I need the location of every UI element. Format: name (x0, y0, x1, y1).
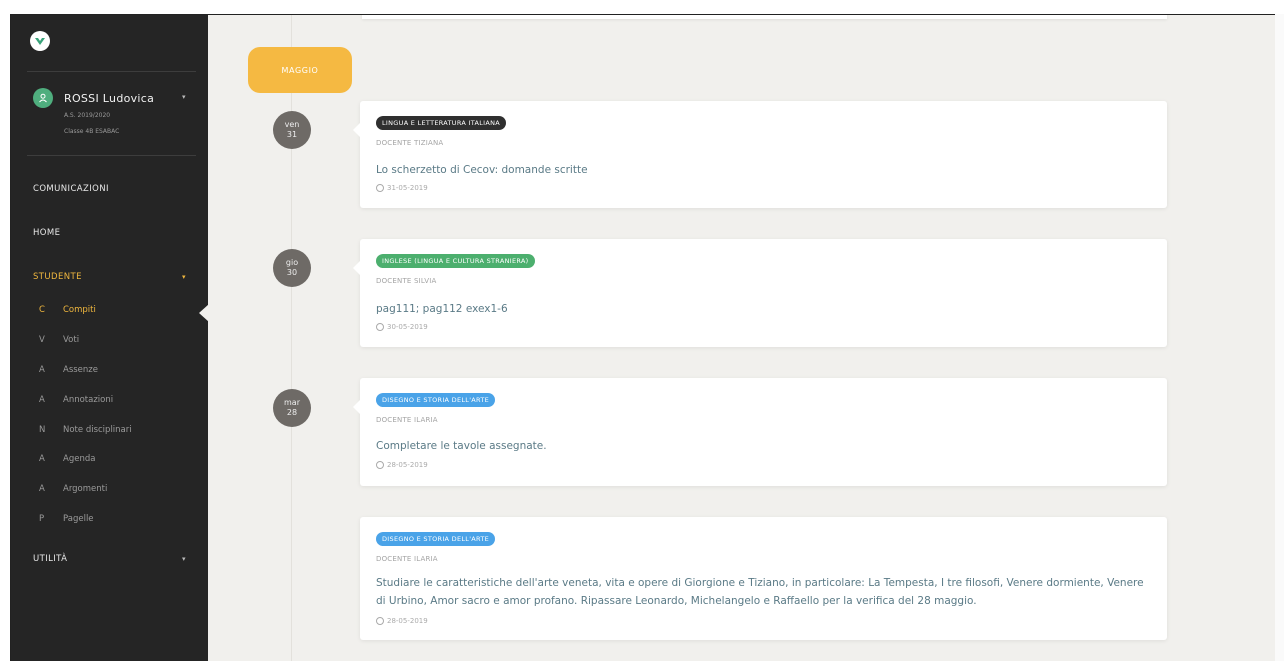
nav-studente[interactable]: STUDENTE (33, 272, 82, 282)
teacher-name: DOCENTE ILARIA (376, 555, 438, 563)
sidebar-item-label: Agenda (63, 454, 96, 464)
teacher-name: DOCENTE TIZIANA (376, 139, 444, 147)
homework-card[interactable]: LINGUA E LETTERATURA ITALIANA DOCENTE TI… (353, 101, 1167, 208)
active-indicator (199, 304, 209, 322)
app-window: ROSSI Ludovica ▾ A.S. 2019/2020 Classe 4… (10, 14, 1280, 661)
scrollbar[interactable] (1275, 14, 1284, 661)
nav-utilita[interactable]: UTILITÀ (33, 554, 67, 564)
sidebar-item-label: Argomenti (63, 484, 108, 494)
sidebar-item-assenze[interactable]: A Assenze (39, 365, 98, 375)
month-label: MAGGIO (248, 47, 352, 93)
voti-letter-icon: V (39, 335, 45, 345)
clock-icon (376, 184, 384, 192)
day-number: 31 (286, 130, 298, 139)
due-date-text: 28-05-2019 (387, 461, 428, 469)
due-date: 31-05-2019 (376, 184, 428, 192)
day-name: ven (284, 120, 300, 129)
sidebar-item-label: Annotazioni (63, 395, 114, 405)
sidebar-item-compiti[interactable]: C Compiti (39, 305, 96, 315)
subject-tag: INGLESE (LINGUA E CULTURA STRANIERA) (376, 254, 535, 268)
due-date: 28-05-2019 (376, 617, 428, 625)
sidebar-divider (27, 155, 196, 156)
due-date: 28-05-2019 (376, 461, 428, 469)
subject-tag: DISEGNO E STORIA DELL'ARTE (376, 393, 496, 407)
previous-card-edge (362, 15, 1167, 19)
sidebar-item-note-disciplinari[interactable]: N Note disciplinari (39, 425, 132, 435)
due-date-text: 28-05-2019 (387, 617, 428, 625)
user-avatar[interactable] (33, 88, 53, 108)
sidebar-divider (27, 71, 196, 72)
sidebar-item-agenda[interactable]: A Agenda (39, 454, 95, 464)
user-menu-caret-icon[interactable]: ▾ (182, 93, 186, 101)
clock-icon (376, 461, 384, 469)
assenze-letter-icon: A (39, 365, 45, 375)
day-number: 30 (286, 268, 298, 277)
user-icon (39, 93, 47, 103)
sidebar-item-voti[interactable]: V Voti (39, 335, 79, 345)
day-name: gio (285, 258, 299, 267)
due-date-text: 30-05-2019 (387, 323, 428, 331)
sidebar-item-label: Assenze (63, 365, 98, 375)
note-letter-icon: N (39, 425, 46, 435)
date-badge: gio 30 (273, 249, 311, 287)
sidebar-item-label: Compiti (63, 305, 96, 315)
homework-description: pag111; pag112 exex1-6 (376, 303, 508, 315)
date-badge: ven 31 (273, 111, 311, 149)
homework-description: Completare le tavole assegnate. (376, 440, 547, 452)
sidebar-item-label: Note disciplinari (63, 425, 132, 435)
school-year: A.S. 2019/2020 (64, 112, 111, 119)
due-date: 30-05-2019 (376, 323, 428, 331)
clock-icon (376, 323, 384, 331)
homework-description: Lo scherzetto di Cecov: domande scritte (376, 164, 588, 176)
sidebar-item-label: Pagelle (63, 514, 94, 524)
nav-comunicazioni[interactable]: COMUNICAZIONI (33, 184, 109, 194)
subject-tag: DISEGNO E STORIA DELL'ARTE (376, 532, 496, 546)
homework-description: Studiare le caratteristiche dell'arte ve… (376, 577, 1144, 607)
day-name: mar (284, 398, 300, 407)
agenda-letter-icon: A (39, 454, 45, 464)
heart-logo-icon (35, 38, 45, 45)
compiti-letter-icon: C (39, 305, 45, 315)
teacher-name: DOCENTE ILARIA (376, 416, 438, 424)
clock-icon (376, 617, 384, 625)
sidebar-item-annotazioni[interactable]: A Annotazioni (39, 395, 113, 405)
utilita-caret-icon[interactable]: ▾ (182, 555, 186, 563)
homework-card[interactable]: DISEGNO E STORIA DELL'ARTE DOCENTE ILARI… (360, 517, 1167, 640)
class-label: Classe 4B ESABAC (64, 128, 120, 135)
annotazioni-letter-icon: A (39, 395, 45, 405)
day-number: 28 (286, 408, 298, 417)
nav-home[interactable]: HOME (33, 228, 60, 238)
subject-tag: LINGUA E LETTERATURA ITALIANA (376, 116, 507, 130)
app-logo[interactable] (30, 31, 50, 51)
date-badge: mar 28 (273, 389, 311, 427)
argomenti-letter-icon: A (39, 484, 45, 494)
sidebar-item-pagelle[interactable]: P Pagelle (39, 514, 94, 524)
user-name[interactable]: ROSSI Ludovica (64, 92, 154, 105)
due-date-text: 31-05-2019 (387, 184, 428, 192)
sidebar: ROSSI Ludovica ▾ A.S. 2019/2020 Classe 4… (11, 15, 209, 661)
pagelle-letter-icon: P (39, 514, 45, 524)
sidebar-item-argomenti[interactable]: A Argomenti (39, 484, 107, 494)
teacher-name: DOCENTE SILVIA (376, 277, 437, 285)
homework-card[interactable]: INGLESE (LINGUA E CULTURA STRANIERA) DOC… (353, 239, 1167, 347)
sidebar-item-label: Voti (63, 335, 80, 345)
studente-caret-icon[interactable]: ▾ (182, 273, 186, 281)
homework-card[interactable]: DISEGNO E STORIA DELL'ARTE DOCENTE ILARI… (353, 378, 1167, 486)
